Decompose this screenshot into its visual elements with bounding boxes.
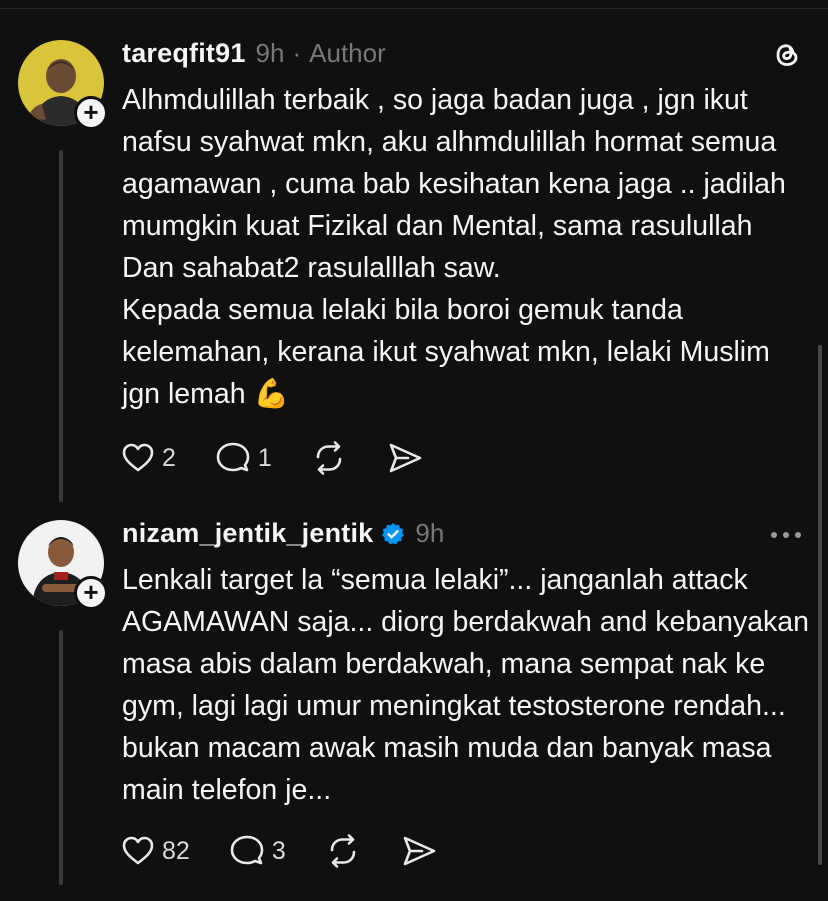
- author-tag: Author: [309, 38, 386, 68]
- send-icon: [389, 443, 422, 473]
- scrollbar[interactable]: [818, 345, 822, 865]
- heart-icon: [122, 836, 154, 865]
- top-divider: [0, 8, 828, 9]
- comment-icon: [216, 442, 250, 472]
- thread-connector-line: [59, 630, 63, 885]
- more-options-icon[interactable]: [768, 528, 804, 546]
- follow-plus-button[interactable]: +: [74, 576, 108, 610]
- reply-button[interactable]: 3: [228, 833, 286, 869]
- like-button[interactable]: 82: [120, 833, 190, 869]
- comment-icon: [230, 835, 264, 865]
- post-time: 9h: [415, 518, 445, 548]
- post-header: tareqfit91 9h · Author: [122, 38, 386, 69]
- reply-count: 1: [257, 443, 272, 472]
- post-paragraph: Kepada semua lelaki bila boroi gemuk tan…: [122, 294, 770, 410]
- send-icon: [403, 836, 436, 866]
- verified-badge-icon: [381, 522, 405, 546]
- post-time: 9h: [255, 38, 285, 68]
- post-actions: 2 1: [120, 440, 462, 476]
- share-button[interactable]: [400, 833, 438, 869]
- post-body: Alhmdulillah terbaik , so jaga badan jug…: [122, 79, 812, 415]
- like-count: 2: [162, 443, 176, 472]
- post-actions: 82 3: [120, 833, 476, 869]
- post-meta: 9h · Author: [256, 38, 386, 69]
- repost-icon: [316, 441, 342, 475]
- repost-button[interactable]: [324, 833, 362, 869]
- follow-plus-button[interactable]: +: [74, 96, 108, 130]
- threads-logo-icon[interactable]: [770, 38, 804, 77]
- reply-button[interactable]: 1: [214, 440, 272, 476]
- post-paragraph: Lenkali target la “semua lelaki”... jang…: [122, 564, 809, 806]
- meta-separator: ·: [292, 38, 302, 68]
- avatar-nizam_jentik_jentik[interactable]: +: [18, 520, 108, 610]
- thread-connector-line: [59, 150, 63, 502]
- post-header: nizam_jentik_jentik 9h: [122, 518, 444, 549]
- repost-button[interactable]: [310, 440, 348, 476]
- post-paragraph: Alhmdulillah terbaik , so jaga badan jug…: [122, 84, 786, 284]
- username[interactable]: nizam_jentik_jentik: [122, 518, 373, 549]
- share-button[interactable]: [386, 440, 424, 476]
- like-count: 82: [162, 836, 190, 865]
- avatar-tareqfit91[interactable]: +: [18, 40, 108, 130]
- like-button[interactable]: 2: [120, 440, 176, 476]
- heart-icon: [122, 443, 154, 472]
- post-body: Lenkali target la “semua lelaki”... jang…: [122, 559, 812, 811]
- repost-icon: [330, 834, 356, 868]
- username[interactable]: tareqfit91: [122, 38, 246, 69]
- reply-count: 3: [271, 836, 286, 865]
